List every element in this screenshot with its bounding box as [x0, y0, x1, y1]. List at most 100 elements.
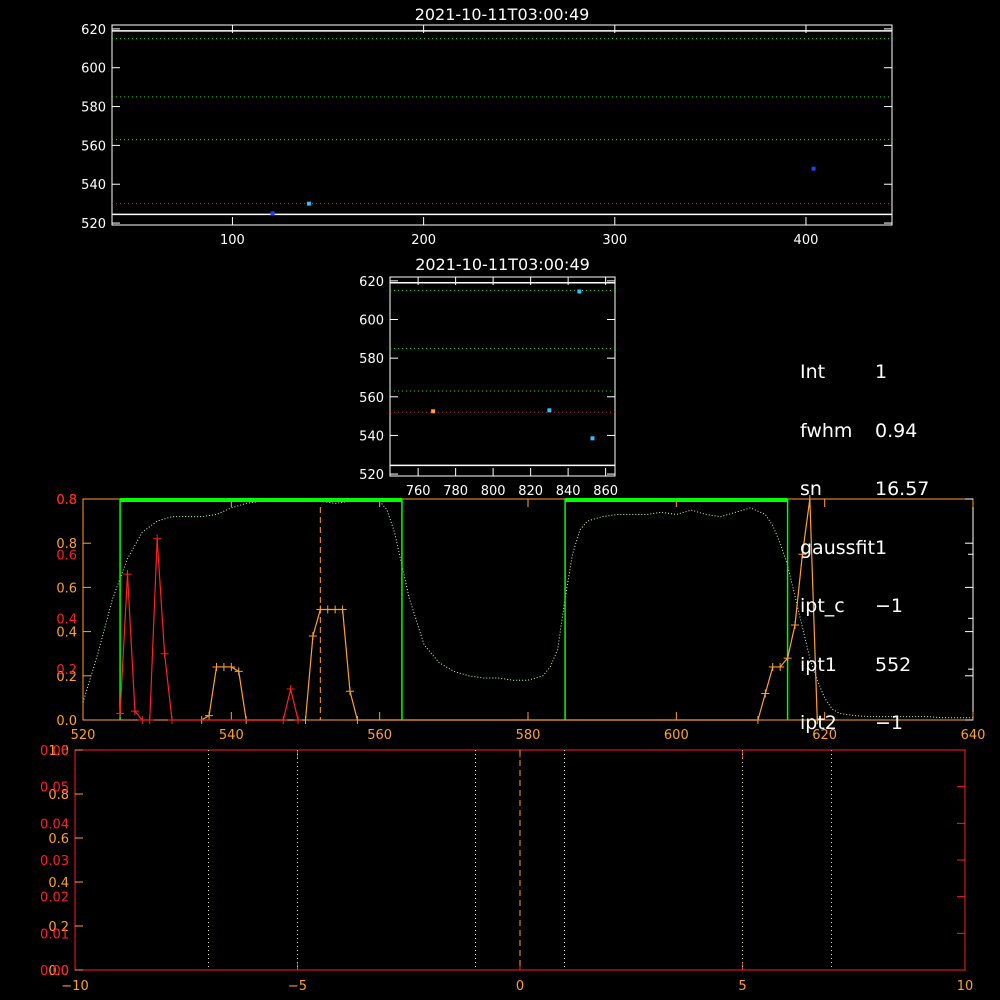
red-series-marker [160, 649, 169, 658]
info-row-sn: sn 16.57 [800, 478, 930, 500]
x-tick-label: 520 [71, 728, 96, 743]
info-key: ipt1 [800, 653, 837, 676]
red-series-marker [116, 709, 125, 718]
x-tick-label: 760 [406, 484, 431, 499]
y-tick-label-red: 0.01 [40, 927, 69, 942]
data-point [431, 409, 436, 414]
orange-series-marker [323, 605, 332, 614]
info-value: −1 [875, 595, 904, 617]
info-row-gaussfit: gaussfit 1 [800, 536, 929, 559]
y-tick-label: 600 [359, 314, 384, 329]
red-series-marker [153, 534, 162, 543]
red-series-marker [294, 716, 303, 724]
x-tick-label: 780 [443, 484, 468, 499]
red-series-marker [145, 716, 154, 724]
orange-series-marker [768, 662, 777, 671]
x-tick-label: 820 [518, 484, 543, 499]
y-tick-label: 540 [359, 429, 384, 444]
orange-series-marker [205, 711, 214, 720]
x-tick-label: 640 [961, 728, 986, 743]
plot-frame [111, 24, 893, 226]
x-tick-label: 100 [220, 233, 245, 248]
info-key: fwhm [800, 419, 853, 442]
y-tick-label: 580 [81, 101, 106, 116]
chart-title: 2021-10-11T03:00:49 [415, 5, 590, 24]
y-tick-label-red: 0.4 [56, 612, 77, 627]
y-tick-label: 620 [359, 275, 384, 290]
x-tick-label: 800 [481, 484, 506, 499]
y-tick-label: 0.0 [56, 714, 77, 729]
x-tick-label: −5 [288, 979, 307, 994]
orange-series-marker [338, 605, 347, 614]
y-tick-label: 560 [359, 391, 384, 406]
y-tick-label: 560 [81, 139, 106, 154]
y-tick-label-red: 0.6 [56, 548, 77, 563]
info-value: 16.57 [875, 478, 930, 500]
info-key: gaussfit [800, 536, 875, 559]
orange-series-marker [353, 716, 362, 724]
y-tick-label: 520 [359, 468, 384, 483]
orange-series-marker [308, 632, 317, 641]
info-row-ipt-c: ipt_c −1 [800, 595, 929, 617]
x-tick-label: 840 [556, 484, 581, 499]
data-point [270, 211, 275, 216]
y-tick-label: 0.4 [56, 626, 77, 641]
orange-series-marker [791, 620, 799, 629]
red-series-marker [168, 716, 176, 724]
orange-series-marker [234, 667, 243, 676]
data-point [306, 201, 311, 206]
x-tick-label: 560 [367, 728, 392, 743]
info-value: 0.94 [875, 419, 918, 442]
x-tick-label: 860 [593, 484, 618, 499]
y-tick-label: 0.6 [56, 581, 77, 596]
orange-series-marker [346, 687, 354, 696]
x-tick-label: 300 [602, 233, 627, 248]
orange-series-marker [301, 716, 310, 724]
info-key: ipt2 [800, 712, 837, 734]
fit-info-box: Int 1 fwhm 0.94 sn 16.57 gaussfit 1 ipt_c −1 … [800, 324, 929, 753]
orange-series-marker [331, 605, 340, 614]
x-tick-label: 5 [738, 979, 746, 994]
red-series-marker [123, 570, 132, 579]
orange-series-marker [761, 689, 770, 698]
y-tick-label-red: 0.05 [40, 781, 69, 796]
x-tick-label: 580 [516, 728, 541, 743]
data-point [577, 289, 582, 294]
y-tick-label: 0.6 [48, 832, 69, 847]
y-tick-label-red: 0.2 [56, 663, 77, 678]
info-key: ipt_c [800, 595, 845, 617]
plot-frame [389, 276, 616, 477]
info-row-fwhm: fwhm 0.94 [800, 419, 929, 442]
middle-scatter-panel: 2021-10-11T03:00:49 760 780 800 820 840 860 520… [359, 255, 618, 499]
y-tick-label: 520 [81, 217, 106, 232]
orange-series-line [201, 498, 818, 721]
bottom-line-panel: −10 −5 0 5 100.00.20.40.60.81.00.000.010.020… [40, 744, 973, 994]
x-tick-label: 400 [794, 233, 819, 248]
y-tick-label-red: 0.02 [40, 891, 69, 906]
y-tick-label: 620 [81, 23, 106, 38]
data-point [590, 436, 595, 441]
info-row-int: Int 1 [800, 361, 929, 383]
info-key: Int [800, 361, 826, 383]
data-point [811, 166, 816, 171]
y-tick-label-red: 0.03 [40, 854, 69, 869]
info-row-ipt2: ipt2 −1 [800, 712, 929, 734]
x-tick-label: 10 [957, 979, 974, 994]
x-tick-label: −10 [61, 979, 88, 994]
data-point [547, 408, 552, 413]
x-tick-label: 540 [219, 728, 244, 743]
orange-series-marker [219, 662, 228, 671]
y-tick-label: 580 [359, 352, 384, 367]
orange-series-marker [227, 662, 236, 671]
info-value: 552 [875, 653, 912, 676]
y-tick-label-red: 0.8 [56, 493, 77, 508]
info-value: 1 [875, 536, 888, 559]
orange-series-marker [212, 662, 221, 671]
info-value: −1 [875, 712, 904, 734]
red-series-marker [286, 685, 295, 694]
y-tick-label-red: 0.04 [40, 817, 69, 832]
orange-series-marker [316, 605, 325, 614]
orange-series-marker [753, 716, 762, 724]
y-tick-label-red: 0.00 [40, 964, 69, 979]
y-tick-label-red: 0.06 [40, 744, 69, 759]
